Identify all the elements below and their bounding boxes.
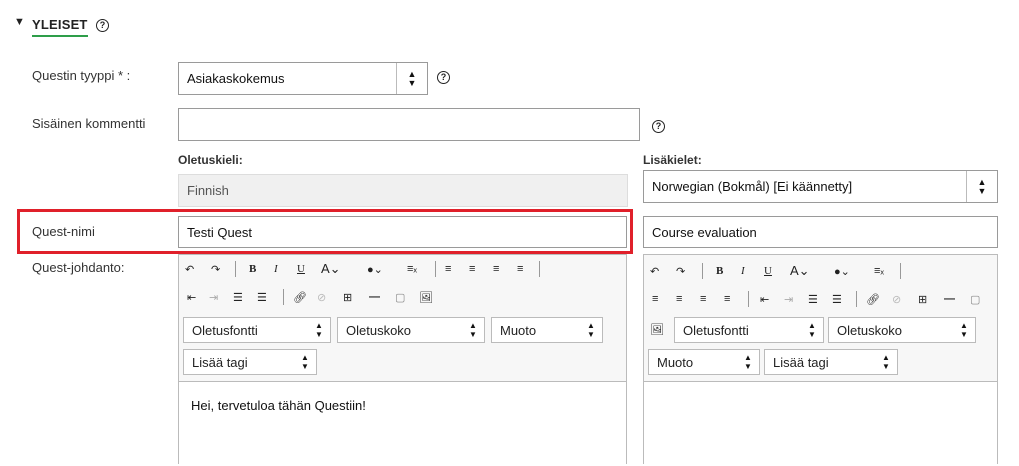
select-arrows-icon: ▲ ▼ <box>315 321 323 339</box>
select-arrows-icon: ▲ ▼ <box>469 321 477 339</box>
redo-icon[interactable]: ↷ <box>211 261 220 277</box>
image-icon[interactable]: 🖼︎ <box>419 289 433 305</box>
section-title[interactable]: YLEISET <box>32 17 88 37</box>
quest-type-label: Questin tyyppi * : <box>32 68 131 83</box>
select-arrows-icon: ▲ ▼ <box>587 321 595 339</box>
select-arrows-icon: ▲ ▼ <box>396 63 427 94</box>
intro-editor-translation: ↶ ↷ B I U A⌄ ●⌄ ≡ₓ ≡ ≡ ≡ ≡ ⇤ ⇥ ☰ ☰ 🔗︎ ⊘ … <box>643 254 998 466</box>
numbered-list-icon[interactable]: ☰ <box>808 291 818 307</box>
table-icon[interactable]: ⊞ <box>343 289 352 305</box>
clear-format-icon[interactable]: ≡ₓ <box>874 263 884 279</box>
underline-icon[interactable]: U <box>764 263 772 279</box>
align-justify-icon[interactable]: ≡ <box>517 261 523 277</box>
indent-icon[interactable]: ⇥ <box>784 291 793 307</box>
format-select[interactable]: Muoto ▲ ▼ <box>491 317 603 343</box>
quest-name-label: Quest-nimi <box>32 224 95 239</box>
select-arrows-icon: ▲ ▼ <box>960 321 968 339</box>
numbered-list-icon[interactable]: ☰ <box>233 289 243 305</box>
align-center-icon[interactable]: ≡ <box>676 291 682 307</box>
internal-comment-help-icon[interactable]: ? <box>652 120 665 133</box>
select-arrows-icon: ▲ ▼ <box>301 353 309 371</box>
intro-editor-content[interactable]: Hei, tervetuloa tähän Questiin! <box>179 381 626 466</box>
font-size-select[interactable]: Oletuskoko ▲ ▼ <box>337 317 485 343</box>
unlink-icon[interactable]: ⊘ <box>317 289 326 305</box>
undo-icon[interactable]: ↶ <box>185 261 194 277</box>
font-size-select[interactable]: Oletuskoko ▲ ▼ <box>828 317 976 343</box>
italic-icon[interactable]: I <box>741 263 745 279</box>
text-color-icon[interactable]: A⌄ <box>790 263 810 279</box>
italic-icon[interactable]: I <box>274 261 278 277</box>
select-arrows-icon: ▲ ▼ <box>808 321 816 339</box>
format-select[interactable]: Muoto ▲ ▼ <box>648 349 760 375</box>
bullet-list-icon[interactable]: ☰ <box>257 289 267 305</box>
redo-icon[interactable]: ↷ <box>676 263 685 279</box>
underline-icon[interactable]: U <box>297 261 305 277</box>
quest-type-help-icon[interactable]: ? <box>437 71 450 84</box>
bold-icon[interactable]: B <box>716 263 723 279</box>
align-right-icon[interactable]: ≡ <box>700 291 706 307</box>
extra-language-value: Norwegian (Bokmål) [Ei käännetty] <box>652 179 853 194</box>
background-color-icon[interactable]: ●⌄ <box>834 263 850 279</box>
background-color-icon[interactable]: ●⌄ <box>367 261 383 277</box>
align-justify-icon[interactable]: ≡ <box>724 291 730 307</box>
horizontal-rule-icon[interactable]: — <box>944 291 955 307</box>
image-icon[interactable]: 🖼︎ <box>650 321 664 337</box>
font-family-select[interactable]: Oletusfontti ▲ ▼ <box>183 317 331 343</box>
intro-editor-default: ↶ ↷ B I U A⌄ ●⌄ ≡ₓ ≡ ≡ ≡ ≡ ⇤ ⇥ ☰ ☰ 🔗︎ ⊘ … <box>178 254 627 466</box>
font-family-select[interactable]: Oletusfontti ▲ ▼ <box>674 317 824 343</box>
media-icon[interactable]: ▢ <box>395 289 405 305</box>
horizontal-rule-icon[interactable]: — <box>369 289 380 305</box>
intro-editor-translation-content[interactable] <box>644 381 997 466</box>
media-icon[interactable]: ▢ <box>970 291 980 307</box>
intro-text: Hei, tervetuloa tähän Questiin! <box>191 398 366 413</box>
section-toggle[interactable]: ▼ <box>14 16 25 28</box>
align-center-icon[interactable]: ≡ <box>469 261 475 277</box>
text-color-icon[interactable]: A⌄ <box>321 261 341 277</box>
link-icon[interactable]: 🔗︎ <box>293 289 307 305</box>
outdent-icon[interactable]: ⇤ <box>187 289 196 305</box>
select-arrows-icon: ▲ ▼ <box>882 353 890 371</box>
link-icon[interactable]: 🔗︎ <box>866 291 880 307</box>
clear-format-icon[interactable]: ≡ₓ <box>407 261 417 277</box>
indent-icon[interactable]: ⇥ <box>209 289 218 305</box>
quest-name-translation-input[interactable]: Course evaluation <box>643 216 998 248</box>
extra-language-select[interactable]: Norwegian (Bokmål) [Ei käännetty] ▲ ▼ <box>643 170 998 203</box>
bullet-list-icon[interactable]: ☰ <box>832 291 842 307</box>
align-left-icon[interactable]: ≡ <box>652 291 658 307</box>
align-right-icon[interactable]: ≡ <box>493 261 499 277</box>
internal-comment-input[interactable] <box>178 108 640 141</box>
select-arrows-icon: ▲ ▼ <box>966 171 997 202</box>
help-icon[interactable]: ? <box>96 19 109 32</box>
align-left-icon[interactable]: ≡ <box>445 261 451 277</box>
quest-name-input[interactable]: Testi Quest <box>178 216 627 248</box>
quest-intro-label: Quest-johdanto: <box>32 260 125 275</box>
extra-languages-label: Lisäkielet: <box>643 153 702 167</box>
tag-select[interactable]: Lisää tagi ▲ ▼ <box>764 349 898 375</box>
outdent-icon[interactable]: ⇤ <box>760 291 769 307</box>
table-icon[interactable]: ⊞ <box>918 291 927 307</box>
default-language-label: Oletuskieli: <box>178 153 243 167</box>
quest-type-value: Asiakaskokemus <box>187 71 285 86</box>
unlink-icon[interactable]: ⊘ <box>892 291 901 307</box>
quest-type-select[interactable]: Asiakaskokemus ▲ ▼ <box>178 62 428 95</box>
undo-icon[interactable]: ↶ <box>650 263 659 279</box>
internal-comment-label: Sisäinen kommentti <box>32 116 146 131</box>
tag-select[interactable]: Lisää tagi ▲ ▼ <box>183 349 317 375</box>
default-language-display: Finnish <box>178 174 628 207</box>
bold-icon[interactable]: B <box>249 261 256 277</box>
select-arrows-icon: ▲ ▼ <box>744 353 752 371</box>
